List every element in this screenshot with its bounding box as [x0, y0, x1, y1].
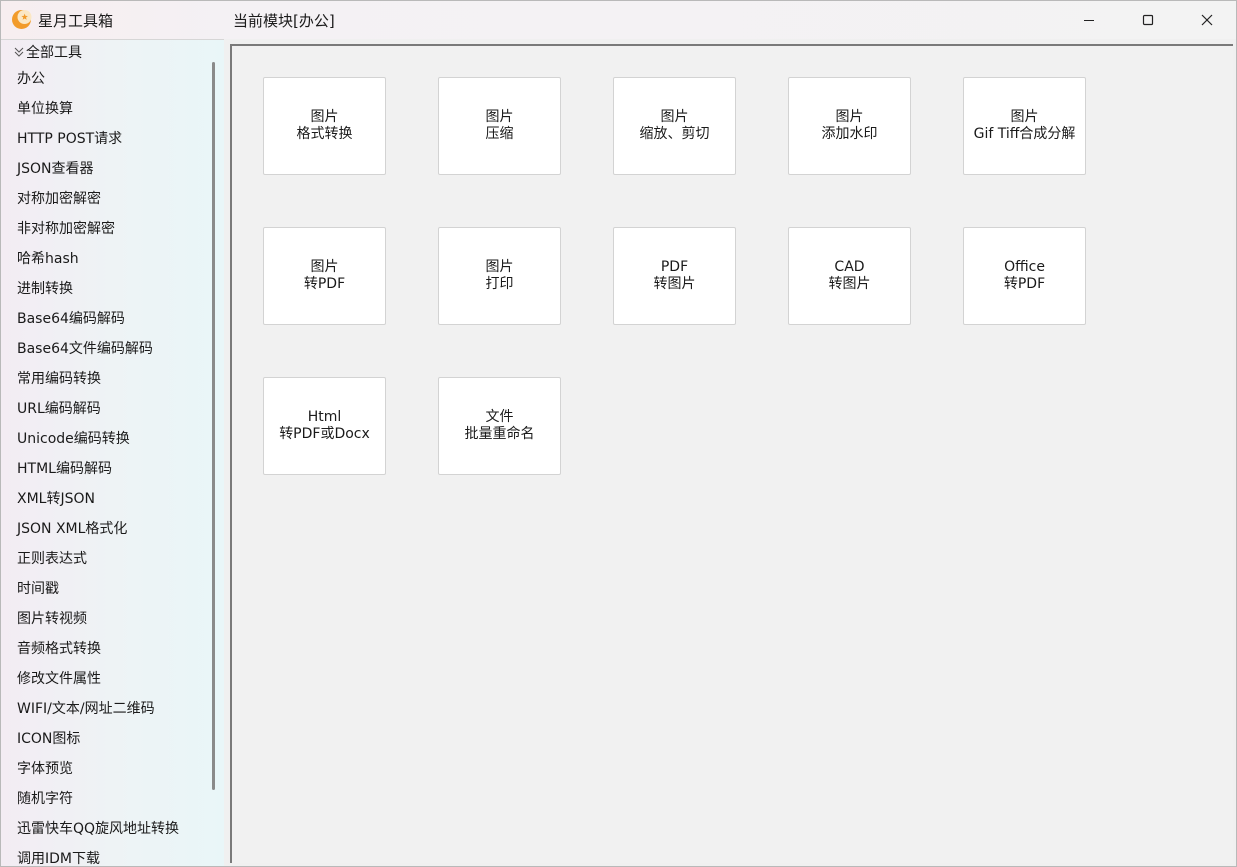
tile-line1: 图片	[485, 259, 514, 275]
sidebar-item-office[interactable]: 办公	[17, 64, 179, 94]
minimize-icon	[1084, 20, 1094, 21]
tile-line2: 添加水印	[821, 126, 878, 142]
tile-line2: 转图片	[828, 276, 871, 292]
sidebar-item-base64[interactable]: Base64编码解码	[17, 304, 179, 334]
minimize-button[interactable]	[1060, 1, 1118, 39]
tile-line1: 图片	[485, 109, 514, 125]
tile-line1: Html	[307, 409, 342, 425]
close-icon	[1201, 14, 1213, 26]
tile-cad-to-image[interactable]: CAD 转图片	[788, 227, 911, 325]
tile-line2: 转图片	[653, 276, 696, 292]
tile-image-to-pdf[interactable]: 图片 转PDF	[263, 227, 386, 325]
tile-line2: 转PDF或Docx	[279, 426, 370, 442]
tile-line2: 批量重命名	[464, 426, 535, 442]
tool-list: 办公 单位换算 HTTP POST请求 JSON查看器 对称加密解密 非对称加密…	[17, 64, 179, 866]
tile-line1: 图片	[660, 109, 689, 125]
sidebar-item-file-attributes[interactable]: 修改文件属性	[17, 664, 179, 694]
tile-pdf-to-image[interactable]: PDF 转图片	[613, 227, 736, 325]
tile-line2: Gif Tiff合成分解	[973, 126, 1076, 142]
maximize-button[interactable]	[1119, 1, 1177, 39]
double-chevron-down-icon	[14, 47, 24, 57]
tile-line1: 图片	[310, 259, 339, 275]
sidebar-item-url-encoding[interactable]: URL编码解码	[17, 394, 179, 424]
sidebar-item-radix-conversion[interactable]: 进制转换	[17, 274, 179, 304]
sidebar-item-unit-conversion[interactable]: 单位换算	[17, 94, 179, 124]
sidebar-item-symmetric-crypto[interactable]: 对称加密解密	[17, 184, 179, 214]
sidebar-item-idm-download[interactable]: 调用IDM下载	[17, 844, 179, 866]
tile-line1: CAD	[834, 259, 865, 275]
sidebar-item-hash[interactable]: 哈希hash	[17, 244, 179, 274]
tile-image-gif-tiff[interactable]: 图片 Gif Tiff合成分解	[963, 77, 1086, 175]
tile-file-batch-rename[interactable]: 文件 批量重命名	[438, 377, 561, 475]
tile-line1: 图片	[835, 109, 864, 125]
close-button[interactable]	[1178, 1, 1236, 39]
sidebar-item-font-preview[interactable]: 字体预览	[17, 754, 179, 784]
sidebar-scroll-thumb[interactable]	[212, 62, 215, 790]
maximize-icon	[1142, 14, 1154, 26]
sidebar-item-base64-file[interactable]: Base64文件编码解码	[17, 334, 179, 364]
tool-sidebar: 全部工具 办公 单位换算 HTTP POST请求 JSON查看器 对称加密解密 …	[1, 39, 224, 866]
tile-image-watermark[interactable]: 图片 添加水印	[788, 77, 911, 175]
sidebar-item-json-viewer[interactable]: JSON查看器	[17, 154, 179, 184]
tile-office-to-pdf[interactable]: Office 转PDF	[963, 227, 1086, 325]
tile-line1: Office	[1004, 259, 1045, 275]
tile-line2: 缩放、剪切	[639, 126, 710, 142]
sidebar-divider	[1, 39, 224, 40]
tile-line1: 图片	[310, 109, 339, 125]
sidebar-item-image-to-video[interactable]: 图片转视频	[17, 604, 179, 634]
moon-star-logo-icon	[12, 10, 32, 29]
sidebar-item-asymmetric-crypto[interactable]: 非对称加密解密	[17, 214, 179, 244]
tile-line1: 图片	[1010, 109, 1039, 125]
tile-line2: 转PDF	[303, 276, 346, 292]
sidebar-item-regex[interactable]: 正则表达式	[17, 544, 179, 574]
tile-line2: 格式转换	[296, 126, 353, 142]
tile-image-print[interactable]: 图片 打印	[438, 227, 561, 325]
sidebar-item-xml-to-json[interactable]: XML转JSON	[17, 484, 179, 514]
current-module-title: 当前模块[办公]	[233, 12, 335, 30]
sidebar-item-audio-format[interactable]: 音频格式转换	[17, 634, 179, 664]
title-bar[interactable]: 星月工具箱 当前模块[办公]	[1, 1, 1236, 39]
sidebar-item-icon[interactable]: ICON图标	[17, 724, 179, 754]
tile-image-compress[interactable]: 图片 压缩	[438, 77, 561, 175]
sidebar-item-common-encoding[interactable]: 常用编码转换	[17, 364, 179, 394]
app-title: 星月工具箱	[38, 12, 114, 30]
tile-image-format-convert[interactable]: 图片 格式转换	[263, 77, 386, 175]
tile-line2: 压缩	[485, 126, 514, 142]
tree-root-label: 全部工具	[26, 45, 82, 61]
tile-image-resize-crop[interactable]: 图片 缩放、剪切	[613, 77, 736, 175]
module-panel: 图片 格式转换 图片 压缩 图片 缩放、剪切 图片 添加水印 图片 Gif Ti…	[230, 44, 1233, 863]
tile-line1: 文件	[485, 409, 514, 425]
tile-line2: 打印	[485, 276, 514, 292]
sidebar-item-timestamp[interactable]: 时间戳	[17, 574, 179, 604]
tree-root-all-tools[interactable]: 全部工具	[13, 42, 82, 62]
sidebar-item-html-encoding[interactable]: HTML编码解码	[17, 454, 179, 484]
sidebar-item-http-post[interactable]: HTTP POST请求	[17, 124, 179, 154]
tile-line1: PDF	[660, 259, 689, 275]
app-window: 星月工具箱 当前模块[办公] 全部工具 办公 单位换算 HTTP POST请求 …	[0, 0, 1237, 867]
sidebar-item-json-xml-format[interactable]: JSON XML格式化	[17, 514, 179, 544]
sidebar-item-download-link-convert[interactable]: 迅雷快车QQ旋风地址转换	[17, 814, 179, 844]
sidebar-item-qr-code[interactable]: WIFI/文本/网址二维码	[17, 694, 179, 724]
tile-line2: 转PDF	[1003, 276, 1046, 292]
sidebar-item-random-chars[interactable]: 随机字符	[17, 784, 179, 814]
tile-html-to-pdf-docx[interactable]: Html 转PDF或Docx	[263, 377, 386, 475]
sidebar-item-unicode-encoding[interactable]: Unicode编码转换	[17, 424, 179, 454]
